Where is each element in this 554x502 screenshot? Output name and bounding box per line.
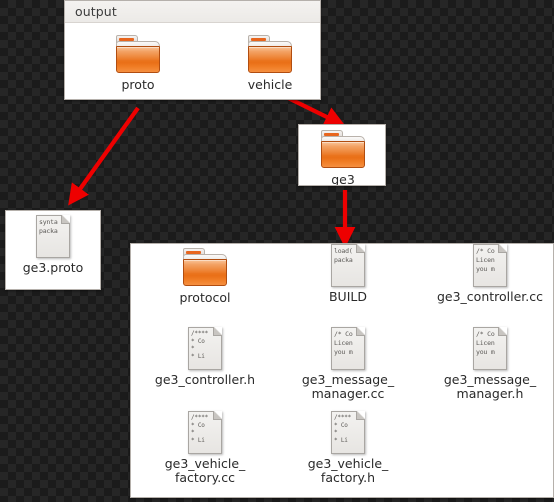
item-ge3-label: ge3 (331, 172, 355, 186)
text-file-icon: /**** * Co * * Li (331, 411, 365, 454)
folder-icon (181, 248, 229, 288)
item-ge3-vehicle-factory-h[interactable]: /**** * Co * * Li ge3_vehicle_ factory.h (292, 411, 404, 485)
panel-output-body: proto vehicle (65, 23, 320, 99)
panel-output[interactable]: output proto vehicle (64, 0, 321, 100)
item-ge3-controller-cc[interactable]: /* Co Licen you m ge3_controller.cc (434, 244, 546, 304)
panel-ge3-contents[interactable]: protocol load( packa BUILD /* Co Licen y… (130, 243, 554, 498)
panel-proto-contents[interactable]: synta packa ge3.proto (5, 210, 101, 290)
item-ge3-proto[interactable]: synta packa ge3.proto (6, 215, 100, 275)
item-ge3-controller-cc-label: ge3_controller.cc (436, 289, 544, 304)
file-preview-lines: /**** * Co * * Li (191, 330, 209, 360)
item-vehicle[interactable]: vehicle (214, 35, 320, 92)
item-ge3-vehicle-factory-h-label: ge3_vehicle_ factory.h (307, 456, 389, 485)
panel-proto-contents-body: synta packa ge3.proto (6, 211, 100, 289)
item-vehicle-label: vehicle (247, 77, 293, 92)
item-ge3-vehicle-factory-cc[interactable]: /**** * Co * * Li ge3_vehicle_ factory.c… (149, 411, 261, 485)
text-file-icon: load( packa (331, 244, 365, 287)
item-ge3-controller-h-label: ge3_controller.h (154, 372, 256, 387)
item-build[interactable]: load( packa BUILD (292, 244, 404, 304)
item-ge3-controller-h[interactable]: /**** * Co * * Li ge3_controller.h (149, 327, 261, 387)
item-ge3-message-manager-cc[interactable]: /* Co Licen you m ge3_message_ manager.c… (292, 327, 404, 401)
panel-output-title: output (75, 4, 117, 19)
file-preview-lines: load( packa (334, 247, 353, 264)
file-preview-lines: /**** * Co * * Li (191, 414, 209, 444)
folder-icon (246, 35, 294, 75)
item-build-label: BUILD (328, 289, 367, 304)
text-file-icon: /* Co Licen you m (473, 244, 507, 287)
folder-icon (319, 130, 367, 170)
item-proto[interactable]: proto (82, 35, 194, 92)
item-ge3-proto-label: ge3.proto (22, 260, 84, 275)
text-file-icon: /* Co Licen you m (331, 327, 365, 370)
text-file-icon: /**** * Co * * Li (188, 327, 222, 370)
text-file-icon: /**** * Co * * Li (188, 411, 222, 454)
panel-ge3-body: ge3 (299, 125, 385, 185)
file-preview-lines: /**** * Co * * Li (334, 414, 352, 444)
diagram-canvas: output proto vehicle ge3 synta packa ge3… (0, 0, 554, 502)
folder-icon (114, 35, 162, 75)
file-preview-lines: synta packa (39, 218, 58, 235)
panel-ge3-contents-body: protocol load( packa BUILD /* Co Licen y… (131, 244, 553, 497)
item-protocol-label: protocol (179, 290, 231, 305)
item-ge3-vehicle-factory-cc-label: ge3_vehicle_ factory.cc (164, 456, 246, 485)
item-ge3-message-manager-h-label: ge3_message_ manager.h (443, 372, 537, 401)
text-file-icon: synta packa (36, 215, 70, 258)
panel-ge3[interactable]: ge3 (298, 124, 386, 186)
arrow-proto-to-ge3proto (68, 106, 140, 206)
item-ge3-message-manager-h[interactable]: /* Co Licen you m ge3_message_ manager.h (434, 327, 546, 401)
file-preview-lines: /* Co Licen you m (476, 247, 495, 273)
file-preview-lines: /* Co Licen you m (476, 330, 495, 356)
item-proto-label: proto (121, 77, 155, 92)
file-preview-lines: /* Co Licen you m (334, 330, 353, 356)
text-file-icon: /* Co Licen you m (473, 327, 507, 370)
item-ge3-message-manager-cc-label: ge3_message_ manager.cc (301, 372, 395, 401)
item-ge3[interactable]: ge3 (299, 130, 385, 186)
panel-output-titlebar: output (65, 1, 320, 23)
item-protocol[interactable]: protocol (149, 248, 261, 305)
